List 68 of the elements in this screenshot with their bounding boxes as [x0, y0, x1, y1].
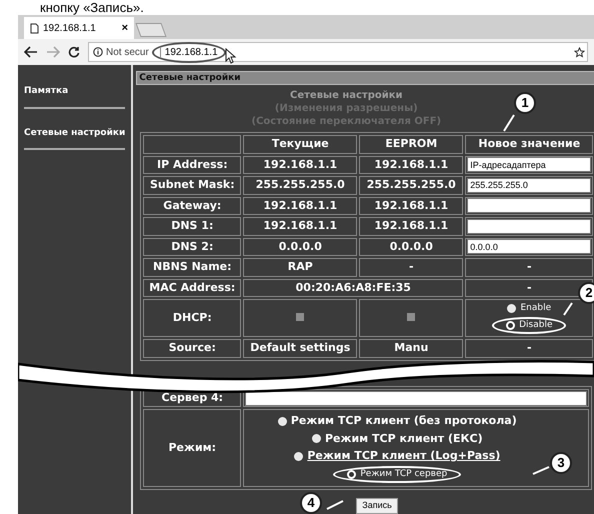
- table-cell: 192.168.1.1: [359, 156, 464, 174]
- radio-label[interactable]: Режим TCP клиент (без протокола): [290, 413, 517, 430]
- save-button[interactable]: Запись: [356, 498, 398, 514]
- radio-button[interactable]: [278, 416, 287, 426]
- radio-button[interactable]: [294, 452, 304, 461]
- table-cell: 0.0.0.0: [359, 238, 464, 256]
- table-cell: Manu: [359, 339, 464, 358]
- panel-title-bar: Сетевые настройки: [136, 71, 594, 85]
- radio-label[interactable]: Enable: [520, 302, 552, 316]
- table-cell: Default settings: [243, 339, 358, 358]
- table-cell: 192.168.1.1: [243, 217, 358, 236]
- table-cell: 00:20:A6:A8:FE:35: [243, 278, 464, 297]
- radio-label[interactable]: Режим TCP сервер: [360, 468, 448, 481]
- input-field[interactable]: 255.255.255.0: [467, 178, 592, 192]
- radio-button[interactable]: [312, 434, 321, 444]
- input-field[interactable]: 0.0.0.0: [467, 239, 592, 254]
- table-cell: 192.168.1.1: [359, 217, 464, 236]
- table-cell: 192.168.1.1: [359, 196, 464, 215]
- row-label: Source:: [143, 339, 242, 358]
- browser-tab[interactable]: 192.168.1.1 ×: [24, 17, 134, 39]
- input-field[interactable]: IP-адресадаптера: [467, 157, 592, 172]
- table-cell: 0.0.0.0: [243, 238, 358, 256]
- caption-text: кнопку «Запись».: [40, 0, 145, 15]
- mouse-cursor-icon: [224, 48, 237, 64]
- star-icon[interactable]: [574, 46, 585, 58]
- reload-icon[interactable]: [68, 46, 80, 58]
- radio-button[interactable]: [347, 470, 356, 479]
- radio-button[interactable]: [506, 320, 516, 330]
- info-icon: [93, 47, 103, 57]
- panel-heading: Сетевые настройки: [290, 89, 403, 102]
- input-field[interactable]: [245, 391, 588, 406]
- table-cell: -: [359, 258, 464, 276]
- page-icon: [30, 22, 39, 34]
- security-label: Not secur: [106, 46, 149, 60]
- table-cell: 255.255.255.0: [243, 176, 358, 194]
- row-label: Режим:: [143, 409, 242, 487]
- row-label: DNS 1:: [143, 217, 242, 236]
- table-cell: 255.255.255.0: [359, 176, 464, 194]
- radio-label[interactable]: Disable: [519, 318, 552, 332]
- row-label: IP Address:: [143, 156, 242, 174]
- sidebar-item[interactable]: Памятка: [24, 77, 126, 108]
- column-header: Новое значение: [465, 135, 594, 154]
- row-label: MAC Address:: [143, 278, 242, 297]
- tab-title: 192.168.1.1: [43, 22, 96, 36]
- checkbox[interactable]: [407, 312, 416, 321]
- table-cell: 192.168.1.1: [243, 196, 358, 215]
- table-cell: 192.168.1.1: [243, 156, 358, 174]
- sidebar-item[interactable]: Сетевые настройки: [24, 118, 126, 150]
- input-field[interactable]: [467, 218, 592, 234]
- url-text: 192.168.1.1: [160, 46, 218, 58]
- row-label: DNS 2:: [143, 238, 242, 256]
- checkbox[interactable]: [296, 312, 304, 321]
- row-label: DHCP:: [143, 299, 242, 337]
- table-cell: -: [465, 339, 594, 358]
- address-bar[interactable]: Not secur 192.168.1.1: [88, 42, 588, 62]
- radio-button[interactable]: [507, 304, 516, 314]
- column-header: Текущие: [243, 135, 358, 154]
- back-icon[interactable]: [24, 46, 38, 58]
- row-label: Subnet Mask:: [143, 176, 242, 194]
- input-field[interactable]: [467, 198, 592, 213]
- table-cell: -: [465, 258, 594, 276]
- table-cell: RAP: [243, 258, 358, 276]
- column-header: EEPROM: [359, 135, 464, 154]
- row-label: Gateway:: [143, 196, 242, 215]
- row-label: NBNS Name:: [143, 258, 242, 276]
- radio-label[interactable]: Режим TCP клиент (Log+Pass): [307, 448, 500, 464]
- radio-label[interactable]: Режим TCP клиент (ЕКС): [325, 430, 483, 447]
- close-icon[interactable]: ×: [122, 20, 128, 36]
